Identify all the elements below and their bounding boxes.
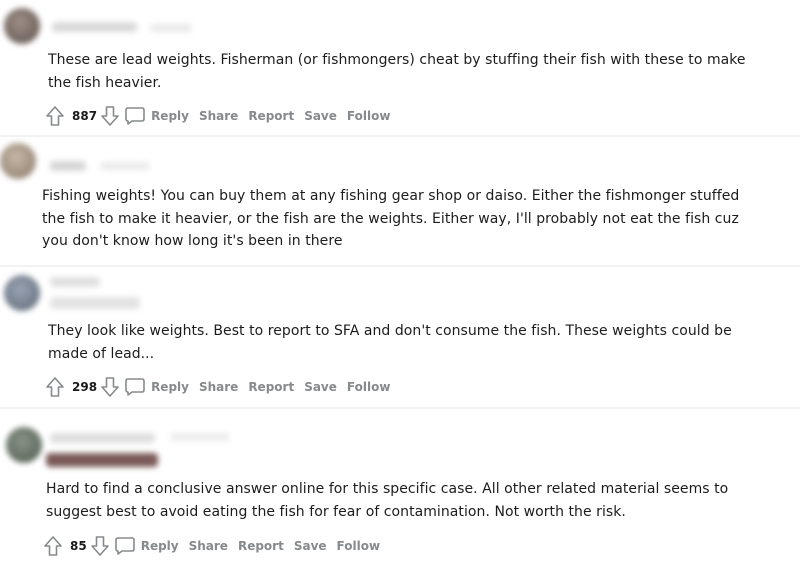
upvote-arrow-icon[interactable] bbox=[46, 377, 64, 397]
report-button[interactable]: Report bbox=[248, 109, 294, 123]
vote-count: 85 bbox=[70, 539, 87, 553]
comment-bubble-icon[interactable] bbox=[125, 106, 145, 126]
comment-actions: 298 Reply Share Report Save Follow bbox=[46, 375, 390, 399]
timestamp bbox=[150, 24, 192, 32]
follow-button[interactable]: Follow bbox=[347, 109, 391, 123]
timestamp bbox=[100, 162, 150, 170]
vote-count: 298 bbox=[72, 380, 98, 394]
comment-body: Fishing weights! You can buy them at any… bbox=[42, 188, 740, 249]
save-button[interactable]: Save bbox=[304, 380, 337, 394]
follow-button[interactable]: Follow bbox=[347, 380, 391, 394]
timestamp bbox=[170, 433, 230, 441]
comment-bubble-icon[interactable] bbox=[125, 377, 145, 397]
comment-actions: 85 Reply Share Report Save Follow bbox=[44, 534, 380, 558]
share-button[interactable]: Share bbox=[199, 380, 238, 394]
reply-button[interactable]: Reply bbox=[151, 380, 189, 394]
report-button[interactable]: Report bbox=[248, 380, 294, 394]
reply-button[interactable]: Reply bbox=[141, 539, 179, 553]
downvote-arrow-icon[interactable] bbox=[101, 377, 119, 397]
comment-body: They look like weights. Best to report t… bbox=[48, 323, 732, 362]
avatar[interactable] bbox=[6, 427, 42, 463]
upvote-arrow-icon[interactable] bbox=[44, 536, 62, 556]
comment-bubble-icon[interactable] bbox=[114, 536, 135, 556]
follow-button[interactable]: Follow bbox=[337, 539, 381, 553]
username[interactable] bbox=[50, 433, 155, 443]
avatar[interactable] bbox=[0, 143, 36, 179]
comment-2: Fishing weights! You can buy them at any… bbox=[0, 137, 800, 265]
downvote-arrow-icon[interactable] bbox=[90, 536, 109, 556]
user-flair bbox=[50, 297, 140, 309]
vote-count: 887 bbox=[72, 109, 98, 123]
avatar[interactable] bbox=[4, 275, 40, 311]
username[interactable] bbox=[50, 161, 86, 171]
comment-actions: 887 Reply Share Report Save Follow bbox=[46, 104, 390, 128]
report-button[interactable]: Report bbox=[238, 539, 284, 553]
avatar[interactable] bbox=[4, 8, 40, 44]
upvote-arrow-icon[interactable] bbox=[46, 106, 64, 126]
downvote-arrow-icon[interactable] bbox=[101, 106, 119, 126]
comment-body: Hard to find a conclusive answer online … bbox=[46, 481, 729, 520]
save-button[interactable]: Save bbox=[304, 109, 337, 123]
user-flair bbox=[46, 453, 158, 467]
comment-1: These are lead weights. Fisherman (or fi… bbox=[0, 0, 800, 135]
username[interactable] bbox=[52, 22, 137, 32]
comment-body: These are lead weights. Fisherman (or fi… bbox=[48, 52, 746, 91]
save-button[interactable]: Save bbox=[294, 539, 327, 553]
comment-3: They look like weights. Best to report t… bbox=[0, 267, 800, 407]
share-button[interactable]: Share bbox=[189, 539, 228, 553]
comment-4: Hard to find a conclusive answer online … bbox=[0, 409, 800, 567]
share-button[interactable]: Share bbox=[199, 109, 238, 123]
username[interactable] bbox=[50, 277, 100, 287]
reply-button[interactable]: Reply bbox=[151, 109, 189, 123]
